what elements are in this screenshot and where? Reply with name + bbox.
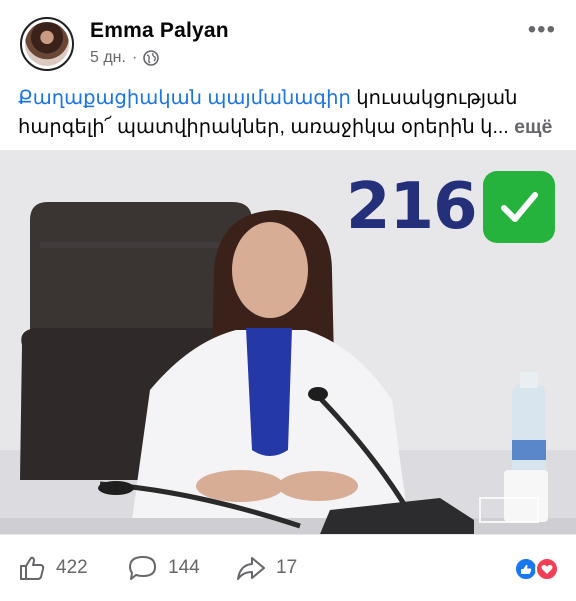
comment-count: 144 [168,557,200,578]
delegate-count: 216 [346,170,478,244]
post-meta: 5 дн. · [90,49,160,67]
post-header: Emma Palyan 5 дн. · ••• [0,0,576,78]
author-avatar[interactable] [20,17,74,71]
more-options-icon[interactable]: ••• [528,16,556,44]
globe-icon [143,50,160,66]
like-button[interactable]: 422 [18,535,88,601]
share-button[interactable]: 17 [236,535,297,601]
checkmark-icon [482,171,555,243]
count-badge: 216 [346,170,555,244]
meta-separator: · [131,49,138,66]
post-actions: 422 144 17 [0,534,576,601]
comment-button[interactable]: 144 [128,535,200,601]
post-photo[interactable]: 216 [0,150,576,534]
author-name[interactable]: Emma Palyan [90,19,229,43]
post-time[interactable]: 5 дн. [90,49,126,67]
avatar-photo [25,22,69,66]
reactions-summary[interactable] [514,557,560,581]
post-caption: Քաղաքացիական պայմանագիր կուսակցության հա… [18,84,566,142]
share-arrow-icon [237,557,265,580]
caption-link[interactable]: Քաղաքացիական պայմանագիր [18,87,351,109]
share-count: 17 [276,557,298,578]
thumbs-up-icon [20,556,45,580]
like-count: 422 [56,557,88,578]
see-more-link[interactable]: ещё [514,116,552,138]
comment-icon [129,556,156,580]
